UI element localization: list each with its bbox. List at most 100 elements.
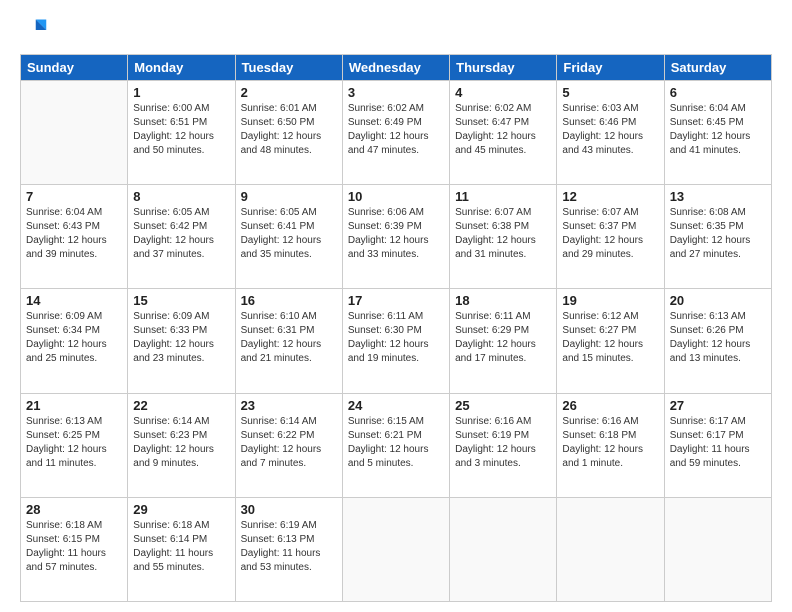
day-number: 25 bbox=[455, 398, 551, 413]
day-info: Sunrise: 6:11 AM Sunset: 6:30 PM Dayligh… bbox=[348, 310, 444, 366]
day-info: Sunrise: 6:03 AM Sunset: 6:46 PM Dayligh… bbox=[562, 102, 658, 158]
day-number: 2 bbox=[241, 85, 337, 100]
weekday-header-thursday: Thursday bbox=[450, 55, 557, 81]
week-row-3: 21 Sunrise: 6:13 AM Sunset: 6:25 PM Dayli… bbox=[21, 393, 772, 497]
day-info: Sunrise: 6:10 AM Sunset: 6:31 PM Dayligh… bbox=[241, 310, 337, 366]
calendar-cell bbox=[342, 497, 449, 601]
day-info: Sunrise: 6:06 AM Sunset: 6:39 PM Dayligh… bbox=[348, 206, 444, 262]
calendar-cell: 7 Sunrise: 6:04 AM Sunset: 6:43 PM Daylig… bbox=[21, 185, 128, 289]
week-row-1: 7 Sunrise: 6:04 AM Sunset: 6:43 PM Daylig… bbox=[21, 185, 772, 289]
day-number: 30 bbox=[241, 502, 337, 517]
day-info: Sunrise: 6:17 AM Sunset: 6:17 PM Dayligh… bbox=[670, 415, 766, 471]
day-number: 4 bbox=[455, 85, 551, 100]
day-number: 7 bbox=[26, 189, 122, 204]
calendar-cell bbox=[450, 497, 557, 601]
day-number: 16 bbox=[241, 293, 337, 308]
day-number: 5 bbox=[562, 85, 658, 100]
calendar-cell bbox=[21, 81, 128, 185]
day-info: Sunrise: 6:15 AM Sunset: 6:21 PM Dayligh… bbox=[348, 415, 444, 471]
calendar-cell: 8 Sunrise: 6:05 AM Sunset: 6:42 PM Daylig… bbox=[128, 185, 235, 289]
calendar-cell: 27 Sunrise: 6:17 AM Sunset: 6:17 PM Dayli… bbox=[664, 393, 771, 497]
day-info: Sunrise: 6:13 AM Sunset: 6:25 PM Dayligh… bbox=[26, 415, 122, 471]
day-number: 22 bbox=[133, 398, 229, 413]
calendar-cell: 20Sunrise: 6:13 AM Sunset: 6:26 PM Dayli… bbox=[664, 289, 771, 393]
day-number: 24 bbox=[348, 398, 444, 413]
day-number: 29 bbox=[133, 502, 229, 517]
week-row-2: 14Sunrise: 6:09 AM Sunset: 6:34 PM Dayli… bbox=[21, 289, 772, 393]
calendar-cell: 14Sunrise: 6:09 AM Sunset: 6:34 PM Dayli… bbox=[21, 289, 128, 393]
weekday-header-wednesday: Wednesday bbox=[342, 55, 449, 81]
calendar-cell: 1 Sunrise: 6:00 AM Sunset: 6:51 PM Daylig… bbox=[128, 81, 235, 185]
day-number: 8 bbox=[133, 189, 229, 204]
page: SundayMondayTuesdayWednesdayThursdayFrid… bbox=[0, 0, 792, 612]
day-number: 6 bbox=[670, 85, 766, 100]
day-info: Sunrise: 6:02 AM Sunset: 6:49 PM Dayligh… bbox=[348, 102, 444, 158]
day-number: 23 bbox=[241, 398, 337, 413]
calendar-cell: 6 Sunrise: 6:04 AM Sunset: 6:45 PM Daylig… bbox=[664, 81, 771, 185]
day-info: Sunrise: 6:05 AM Sunset: 6:42 PM Dayligh… bbox=[133, 206, 229, 262]
day-info: Sunrise: 6:09 AM Sunset: 6:33 PM Dayligh… bbox=[133, 310, 229, 366]
day-number: 14 bbox=[26, 293, 122, 308]
day-info: Sunrise: 6:04 AM Sunset: 6:45 PM Dayligh… bbox=[670, 102, 766, 158]
day-info: Sunrise: 6:07 AM Sunset: 6:38 PM Dayligh… bbox=[455, 206, 551, 262]
calendar-table: SundayMondayTuesdayWednesdayThursdayFrid… bbox=[20, 54, 772, 602]
day-info: Sunrise: 6:02 AM Sunset: 6:47 PM Dayligh… bbox=[455, 102, 551, 158]
day-number: 11 bbox=[455, 189, 551, 204]
calendar-cell: 21 Sunrise: 6:13 AM Sunset: 6:25 PM Dayli… bbox=[21, 393, 128, 497]
calendar-cell: 16 Sunrise: 6:10 AM Sunset: 6:31 PM Dayli… bbox=[235, 289, 342, 393]
calendar-cell: 18 Sunrise: 6:11 AM Sunset: 6:29 PM Dayli… bbox=[450, 289, 557, 393]
logo bbox=[20, 16, 52, 44]
day-info: Sunrise: 6:16 AM Sunset: 6:19 PM Dayligh… bbox=[455, 415, 551, 471]
day-number: 18 bbox=[455, 293, 551, 308]
day-number: 19 bbox=[562, 293, 658, 308]
calendar-cell: 26 Sunrise: 6:16 AM Sunset: 6:18 PM Dayli… bbox=[557, 393, 664, 497]
day-number: 13 bbox=[670, 189, 766, 204]
week-row-0: 1 Sunrise: 6:00 AM Sunset: 6:51 PM Daylig… bbox=[21, 81, 772, 185]
day-info: Sunrise: 6:13 AM Sunset: 6:26 PM Dayligh… bbox=[670, 310, 766, 366]
day-info: Sunrise: 6:19 AM Sunset: 6:13 PM Dayligh… bbox=[241, 519, 337, 575]
day-info: Sunrise: 6:01 AM Sunset: 6:50 PM Dayligh… bbox=[241, 102, 337, 158]
day-number: 1 bbox=[133, 85, 229, 100]
day-info: Sunrise: 6:00 AM Sunset: 6:51 PM Dayligh… bbox=[133, 102, 229, 158]
calendar-cell: 12Sunrise: 6:07 AM Sunset: 6:37 PM Dayli… bbox=[557, 185, 664, 289]
weekday-header-row: SundayMondayTuesdayWednesdayThursdayFrid… bbox=[21, 55, 772, 81]
calendar-cell: 2 Sunrise: 6:01 AM Sunset: 6:50 PM Daylig… bbox=[235, 81, 342, 185]
calendar-cell: 24 Sunrise: 6:15 AM Sunset: 6:21 PM Dayli… bbox=[342, 393, 449, 497]
day-info: Sunrise: 6:04 AM Sunset: 6:43 PM Dayligh… bbox=[26, 206, 122, 262]
day-info: Sunrise: 6:08 AM Sunset: 6:35 PM Dayligh… bbox=[670, 206, 766, 262]
day-number: 26 bbox=[562, 398, 658, 413]
weekday-header-sunday: Sunday bbox=[21, 55, 128, 81]
calendar-cell: 15 Sunrise: 6:09 AM Sunset: 6:33 PM Dayli… bbox=[128, 289, 235, 393]
day-number: 21 bbox=[26, 398, 122, 413]
day-info: Sunrise: 6:18 AM Sunset: 6:15 PM Dayligh… bbox=[26, 519, 122, 575]
day-info: Sunrise: 6:05 AM Sunset: 6:41 PM Dayligh… bbox=[241, 206, 337, 262]
calendar-cell: 17 Sunrise: 6:11 AM Sunset: 6:30 PM Dayli… bbox=[342, 289, 449, 393]
calendar-cell: 30 Sunrise: 6:19 AM Sunset: 6:13 PM Dayli… bbox=[235, 497, 342, 601]
calendar-cell bbox=[557, 497, 664, 601]
day-info: Sunrise: 6:16 AM Sunset: 6:18 PM Dayligh… bbox=[562, 415, 658, 471]
calendar-cell: 3 Sunrise: 6:02 AM Sunset: 6:49 PM Daylig… bbox=[342, 81, 449, 185]
day-number: 3 bbox=[348, 85, 444, 100]
day-number: 9 bbox=[241, 189, 337, 204]
weekday-header-tuesday: Tuesday bbox=[235, 55, 342, 81]
day-number: 17 bbox=[348, 293, 444, 308]
calendar-cell: 10Sunrise: 6:06 AM Sunset: 6:39 PM Dayli… bbox=[342, 185, 449, 289]
day-info: Sunrise: 6:14 AM Sunset: 6:22 PM Dayligh… bbox=[241, 415, 337, 471]
calendar-cell: 4 Sunrise: 6:02 AM Sunset: 6:47 PM Daylig… bbox=[450, 81, 557, 185]
calendar-cell: 25 Sunrise: 6:16 AM Sunset: 6:19 PM Dayli… bbox=[450, 393, 557, 497]
day-info: Sunrise: 6:14 AM Sunset: 6:23 PM Dayligh… bbox=[133, 415, 229, 471]
calendar-cell: 19 Sunrise: 6:12 AM Sunset: 6:27 PM Dayli… bbox=[557, 289, 664, 393]
calendar-cell: 29Sunrise: 6:18 AM Sunset: 6:14 PM Dayli… bbox=[128, 497, 235, 601]
calendar-cell: 23 Sunrise: 6:14 AM Sunset: 6:22 PM Dayli… bbox=[235, 393, 342, 497]
day-info: Sunrise: 6:11 AM Sunset: 6:29 PM Dayligh… bbox=[455, 310, 551, 366]
header bbox=[20, 16, 772, 44]
calendar-cell: 13 Sunrise: 6:08 AM Sunset: 6:35 PM Dayli… bbox=[664, 185, 771, 289]
calendar-cell: 5 Sunrise: 6:03 AM Sunset: 6:46 PM Daylig… bbox=[557, 81, 664, 185]
weekday-header-saturday: Saturday bbox=[664, 55, 771, 81]
calendar-cell bbox=[664, 497, 771, 601]
weekday-header-monday: Monday bbox=[128, 55, 235, 81]
day-info: Sunrise: 6:07 AM Sunset: 6:37 PM Dayligh… bbox=[562, 206, 658, 262]
day-number: 27 bbox=[670, 398, 766, 413]
day-info: Sunrise: 6:12 AM Sunset: 6:27 PM Dayligh… bbox=[562, 310, 658, 366]
day-number: 15 bbox=[133, 293, 229, 308]
